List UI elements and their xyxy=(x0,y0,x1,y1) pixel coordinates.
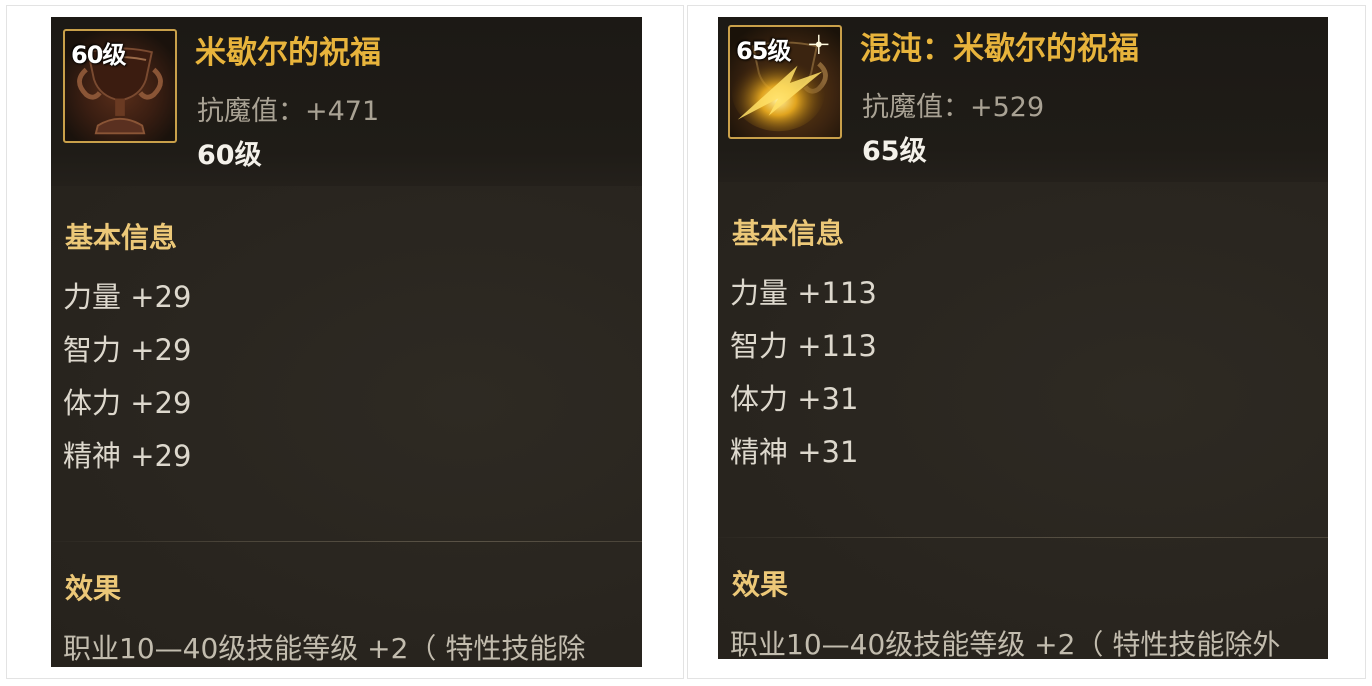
tooltip-header: 65级 混沌：米歇尔的祝福 抗魔值：+529 65级 xyxy=(718,17,1328,182)
attribute-intelligence: 智力 +113 xyxy=(730,329,877,363)
item-tooltip-card: 65级 混沌：米歇尔的祝福 抗魔值：+529 65级 基本信息 力量 +113 … xyxy=(718,17,1328,659)
effect-description: 职业10—40级技能等级 +2（ 特性技能除 xyxy=(63,632,586,665)
magic-resist-stat: 抗魔值：+529 xyxy=(862,92,1045,123)
attribute-spirit: 精神 +31 xyxy=(730,435,859,469)
left-panel: 60级 米歇尔的祝福 抗魔值：+471 60级 基本信息 力量 +29 智力 +… xyxy=(6,5,684,679)
tooltip-body: 基本信息 力量 +29 智力 +29 体力 +29 精神 +29 效果 职业10… xyxy=(51,186,642,667)
icon-level-label: 60级 xyxy=(71,41,126,69)
item-tooltip-card: 60级 米歇尔的祝福 抗魔值：+471 60级 基本信息 力量 +29 智力 +… xyxy=(51,17,642,667)
section-divider xyxy=(718,537,1328,538)
attribute-vitality: 体力 +31 xyxy=(730,382,859,416)
magic-resist-stat: 抗魔值：+471 xyxy=(197,96,380,127)
tooltip-header: 60级 米歇尔的祝福 抗魔值：+471 60级 xyxy=(51,17,642,186)
basic-info-title: 基本信息 xyxy=(732,217,845,250)
item-name: 米歇尔的祝福 xyxy=(195,35,381,71)
effect-title: 效果 xyxy=(65,572,122,605)
icon-level-label: 65级 xyxy=(736,37,791,65)
effect-description: 职业10—40级技能等级 +2（ 特性技能除外 xyxy=(730,628,1281,659)
item-level: 60级 xyxy=(197,140,262,171)
attribute-spirit: 精神 +29 xyxy=(63,439,192,473)
section-divider xyxy=(51,541,642,542)
item-name: 混沌：米歇尔的祝福 xyxy=(860,31,1139,67)
attribute-vitality: 体力 +29 xyxy=(63,386,192,420)
effect-title: 效果 xyxy=(732,568,789,601)
attribute-strength: 力量 +29 xyxy=(63,280,192,314)
item-icon-slot[interactable]: 60级 xyxy=(63,29,177,143)
attribute-strength: 力量 +113 xyxy=(730,276,877,310)
tooltip-body: 基本信息 力量 +113 智力 +113 体力 +31 精神 +31 效果 职业… xyxy=(718,182,1328,659)
attribute-intelligence: 智力 +29 xyxy=(63,333,192,367)
basic-info-title: 基本信息 xyxy=(65,221,178,254)
item-icon-slot[interactable]: 65级 xyxy=(728,25,842,139)
item-level: 65级 xyxy=(862,136,927,167)
right-panel: 65级 混沌：米歇尔的祝福 抗魔值：+529 65级 基本信息 力量 +113 … xyxy=(687,5,1366,679)
